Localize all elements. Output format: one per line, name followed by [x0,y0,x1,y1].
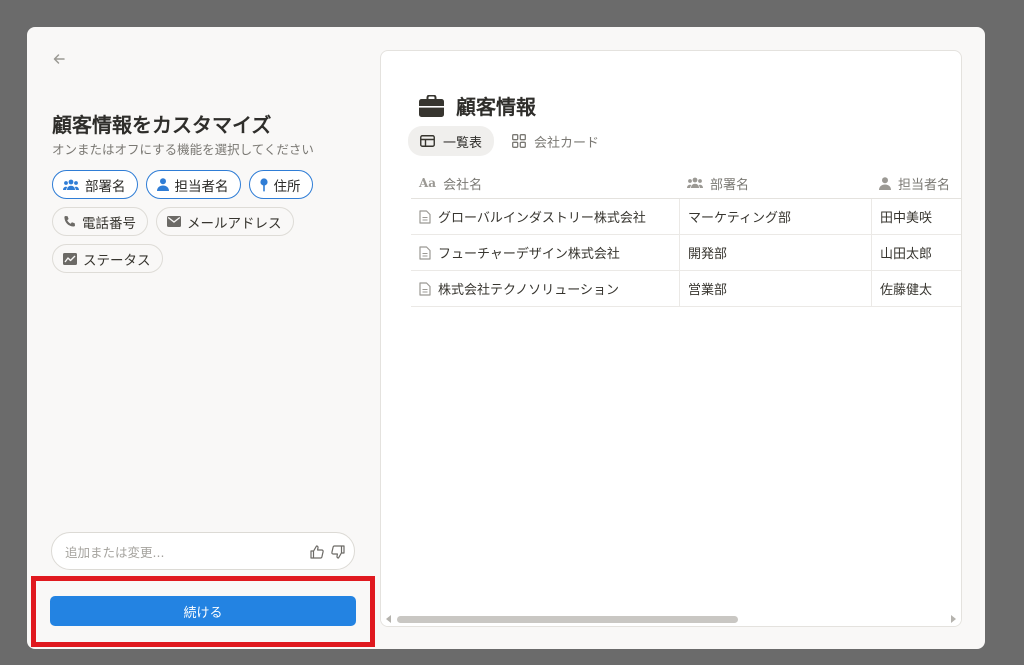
feedback-box [51,532,355,570]
page-icon [419,245,431,260]
arrow-left-icon [53,54,65,64]
table-icon [420,135,435,147]
customize-dialog: 顧客情報をカスタマイズ オンまたはオフにする機能を選択してください 部署名 担当… [27,27,985,649]
cell-company: グローバルインダストリー株式会社 [411,199,679,234]
cell-company: 株式会社テクノソリューション [411,271,679,306]
table-header: Aa 会社名 部署名 担当者名 [411,168,961,199]
column-header-department[interactable]: 部署名 [679,168,871,198]
pin-icon [259,177,268,191]
person-icon [156,178,169,191]
grid-icon [512,134,526,148]
feature-chips: 部署名 担当者名 住所 電話番号 メールアドレス ステータス [52,170,352,281]
feedback-input[interactable] [65,542,295,562]
customer-table: Aa 会社名 部署名 担当者名 グローバルインダストリー株式会社 マーケティング… [411,168,961,307]
chip-department[interactable]: 部署名 [52,170,138,199]
page-icon [419,209,431,224]
text-aa-icon: Aa [419,176,437,190]
chip-label: 電話番号 [82,215,136,232]
scroll-right-icon[interactable] [949,615,957,623]
thumbs-down-icon[interactable] [330,544,346,560]
cell-department: マーケティング部 [679,199,871,234]
view-tabs: 一覧表 会社カード [408,126,611,156]
table-row[interactable]: グローバルインダストリー株式会社 マーケティング部 田中美咲 [411,199,961,235]
phone-icon [64,216,75,227]
scroll-left-icon[interactable] [385,615,393,623]
cell-company: フューチャーデザイン株式会社 [411,235,679,270]
scrollbar-thumb[interactable] [397,616,738,623]
continue-button[interactable]: 続ける [50,596,356,626]
chip-address[interactable]: 住所 [248,170,313,199]
chip-email[interactable]: メールアドレス [156,207,294,236]
group-icon [687,177,703,188]
cell-department: 営業部 [679,271,871,306]
chip-label: ステータス [83,252,151,269]
panel-subtitle: オンまたはオフにする機能を選択してください [52,142,314,157]
view-tab-table[interactable]: 一覧表 [408,126,495,156]
chip-label: 住所 [273,178,301,195]
table-row[interactable]: フューチャーデザイン株式会社 開発部 山田太郎 [411,235,961,271]
cell-contact: 山田太郎 [871,235,961,270]
chip-status[interactable]: ステータス [52,244,163,273]
chip-label: 部署名 [85,178,126,195]
chip-label: 担当者名 [174,178,229,195]
thumbs-up-icon[interactable] [309,544,325,560]
chip-phone[interactable]: 電話番号 [52,207,148,236]
view-label: 一覧表 [443,135,483,151]
back-button[interactable] [49,49,69,69]
database-title: 顧客情報 [456,95,536,119]
view-label: 会社カード [534,135,600,151]
view-tab-cards[interactable]: 会社カード [500,126,611,156]
chip-label: メールアドレス [187,215,282,232]
person-icon [879,176,891,190]
panel-title: 顧客情報をカスタマイズ [52,113,272,137]
column-header-company[interactable]: Aa 会社名 [411,168,679,198]
database-header: 顧客情報 [419,91,536,120]
horizontal-scrollbar[interactable] [381,612,961,626]
page-icon [419,281,431,296]
cell-contact: 田中美咲 [871,199,961,234]
group-icon [63,179,79,190]
column-header-contact[interactable]: 担当者名 [871,168,961,198]
cell-contact: 佐藤健太 [871,271,961,306]
mail-icon [167,216,181,227]
database-preview: 顧客情報 一覧表 会社カード Aa 会社名 部署名 担当者名 グローバルインダス… [380,50,962,627]
briefcase-icon [419,94,444,117]
cell-department: 開発部 [679,235,871,270]
table-row[interactable]: 株式会社テクノソリューション 営業部 佐藤健太 [411,271,961,307]
chip-contact-person[interactable]: 担当者名 [145,170,241,199]
status-icon [63,252,77,265]
